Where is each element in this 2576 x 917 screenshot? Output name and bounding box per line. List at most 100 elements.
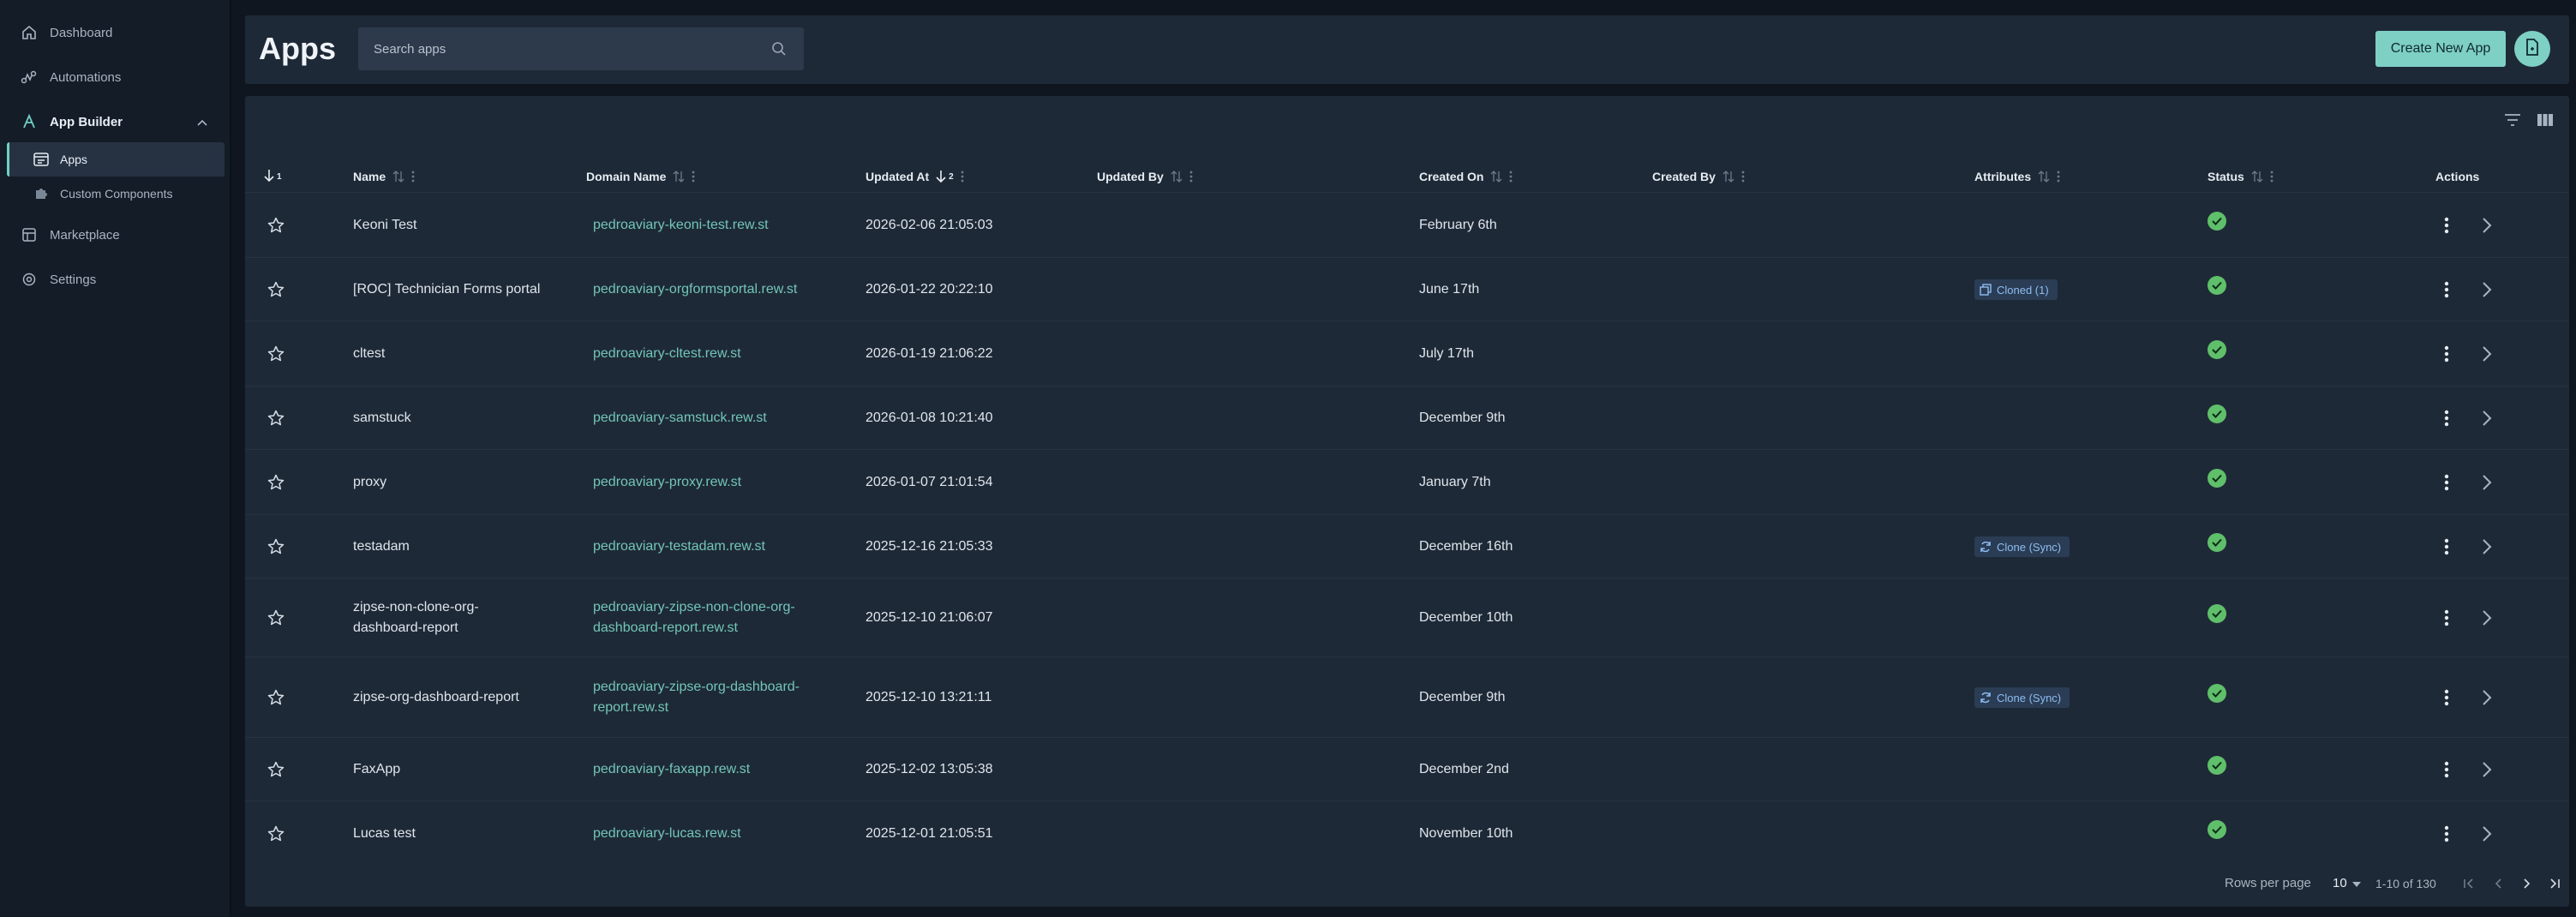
- search-input[interactable]: [358, 27, 804, 70]
- domain-link[interactable]: pedroaviary-zipse-non-clone-org-dashboar…: [593, 597, 795, 638]
- more-actions-icon[interactable]: [2444, 217, 2449, 238]
- table-row[interactable]: Keoni Test pedroaviary-keoni-test.rew.st 2…: [245, 192, 2569, 257]
- column-header-updated-at[interactable]: Updated At 2: [866, 161, 964, 192]
- status-ok-icon: [2208, 469, 2226, 488]
- more-actions-icon[interactable]: [2444, 825, 2449, 847]
- star-icon[interactable]: [267, 689, 285, 710]
- sidebar-item-custom-components[interactable]: Custom Components: [0, 177, 231, 211]
- prev-page-button[interactable]: [2489, 876, 2507, 895]
- star-icon[interactable]: [267, 825, 285, 847]
- more-actions-icon[interactable]: [2444, 538, 2449, 560]
- more-actions-icon[interactable]: [2444, 281, 2449, 303]
- domain-link[interactable]: pedroaviary-zipse-org-dashboard-report.r…: [593, 677, 800, 718]
- chevron-right-icon[interactable]: [2482, 609, 2492, 631]
- column-menu-icon[interactable]: [411, 171, 415, 183]
- chevron-right-icon[interactable]: [2482, 761, 2492, 782]
- star-icon[interactable]: [267, 281, 285, 303]
- more-actions-icon[interactable]: [2444, 410, 2449, 431]
- chevron-right-icon[interactable]: [2482, 474, 2492, 495]
- chevron-up-icon[interactable]: [197, 115, 207, 129]
- column-menu-icon[interactable]: [692, 171, 695, 183]
- more-actions-icon[interactable]: [2444, 609, 2449, 631]
- app-name: zipse-non-clone-org-dashboard-report: [353, 597, 479, 638]
- sort-icon[interactable]: [673, 171, 685, 183]
- sort-favorite-header[interactable]: 1: [264, 161, 282, 192]
- next-page-button[interactable]: [2518, 876, 2537, 895]
- search-icon[interactable]: [771, 41, 787, 61]
- sort-icon[interactable]: [1171, 171, 1183, 183]
- column-menu-icon[interactable]: [2057, 171, 2060, 183]
- updated-at: 2025-12-10 21:06:07: [866, 610, 993, 625]
- star-icon[interactable]: [267, 217, 285, 238]
- domain-link[interactable]: pedroaviary-lucas.rew.st: [593, 824, 741, 844]
- first-page-icon: [2463, 878, 2475, 893]
- chevron-right-icon[interactable]: [2482, 689, 2492, 710]
- document-button[interactable]: [2514, 31, 2550, 67]
- table-row[interactable]: cltest pedroaviary-cltest.rew.st 2026-01-1…: [245, 321, 2569, 386]
- sort-icon[interactable]: [2251, 171, 2263, 183]
- column-header-created-on[interactable]: Created On: [1419, 161, 1513, 192]
- more-actions-icon[interactable]: [2444, 345, 2449, 367]
- star-icon[interactable]: [267, 410, 285, 431]
- column-menu-icon[interactable]: [1509, 171, 1513, 183]
- table-row[interactable]: Lucas test pedroaviary-lucas.rew.st 2025-1…: [245, 800, 2569, 866]
- domain-link[interactable]: pedroaviary-proxy.rew.st: [593, 472, 741, 493]
- arrow-down-icon[interactable]: [936, 170, 948, 183]
- column-menu-icon[interactable]: [961, 171, 964, 183]
- columns-icon[interactable]: [2537, 113, 2554, 131]
- chevron-right-icon[interactable]: [2482, 217, 2492, 238]
- table-row[interactable]: zipse-org-dashboard-report pedroaviary-zi…: [245, 656, 2569, 737]
- column-header-domain-name[interactable]: Domain Name: [586, 161, 695, 192]
- status-ok-icon: [2208, 533, 2226, 552]
- domain-link[interactable]: pedroaviary-keoni-test.rew.st: [593, 215, 769, 236]
- table-row[interactable]: zipse-non-clone-org-dashboard-report pedr…: [245, 578, 2569, 656]
- more-actions-icon[interactable]: [2444, 761, 2449, 782]
- column-header-updated-by[interactable]: Updated By: [1097, 161, 1193, 192]
- more-actions-icon[interactable]: [2444, 689, 2449, 710]
- table-row[interactable]: proxy pedroaviary-proxy.rew.st 2026-01-07 …: [245, 449, 2569, 514]
- sidebar-item-marketplace[interactable]: Marketplace: [0, 218, 231, 252]
- chevron-right-icon[interactable]: [2482, 410, 2492, 431]
- domain-link[interactable]: pedroaviary-testadam.rew.st: [593, 536, 765, 557]
- chevron-right-icon[interactable]: [2482, 538, 2492, 560]
- more-actions-icon[interactable]: [2444, 474, 2449, 495]
- domain-link[interactable]: pedroaviary-faxapp.rew.st: [593, 759, 750, 780]
- last-page-button[interactable]: [2545, 876, 2564, 895]
- star-icon[interactable]: [267, 538, 285, 560]
- table-row[interactable]: FaxApp pedroaviary-faxapp.rew.st 2025-12-0…: [245, 737, 2569, 800]
- domain-link[interactable]: pedroaviary-cltest.rew.st: [593, 344, 741, 364]
- star-icon[interactable]: [267, 345, 285, 367]
- chevron-right-icon[interactable]: [2482, 825, 2492, 847]
- sidebar-item-automations[interactable]: Automations: [0, 60, 231, 94]
- table-row[interactable]: samstuck pedroaviary-samstuck.rew.st 2026-…: [245, 386, 2569, 449]
- column-menu-icon[interactable]: [2270, 171, 2273, 183]
- first-page-button[interactable]: [2459, 876, 2478, 895]
- column-header-created-by[interactable]: Created By: [1652, 161, 1745, 192]
- chevron-right-icon[interactable]: [2482, 345, 2492, 367]
- sidebar-item-settings[interactable]: Settings: [0, 262, 231, 297]
- star-icon[interactable]: [267, 609, 285, 631]
- star-icon[interactable]: [267, 474, 285, 495]
- domain-link[interactable]: pedroaviary-samstuck.rew.st: [593, 408, 767, 429]
- filter-icon[interactable]: [2504, 113, 2521, 131]
- sidebar-item-dashboard[interactable]: Dashboard: [0, 15, 231, 50]
- column-header-attributes[interactable]: Attributes: [1974, 161, 2060, 192]
- sort-icon[interactable]: [392, 171, 404, 183]
- rows-per-page-select[interactable]: 10: [2333, 876, 2361, 890]
- create-new-app-button[interactable]: Create New App: [2375, 31, 2506, 67]
- sort-icon[interactable]: [1490, 171, 1502, 183]
- star-icon[interactable]: [267, 761, 285, 782]
- sidebar-item-app-builder[interactable]: App Builder: [0, 105, 231, 139]
- chevron-right-icon[interactable]: [2482, 281, 2492, 303]
- sort-icon[interactable]: [1722, 171, 1734, 183]
- column-header-status[interactable]: Status: [2208, 161, 2273, 192]
- column-header-name[interactable]: Name: [353, 161, 415, 192]
- domain-link-line: pedroaviary-cltest.rew.st: [593, 346, 741, 361]
- table-row[interactable]: [ROC] Technician Forms portal pedroaviary…: [245, 257, 2569, 321]
- table-row[interactable]: testadam pedroaviary-testadam.rew.st 2025-…: [245, 514, 2569, 578]
- column-menu-icon[interactable]: [1741, 171, 1745, 183]
- column-menu-icon[interactable]: [1189, 171, 1193, 183]
- sort-icon[interactable]: [2038, 171, 2050, 183]
- sidebar-item-apps[interactable]: Apps: [7, 142, 225, 177]
- domain-link[interactable]: pedroaviary-orgformsportal.rew.st: [593, 279, 797, 300]
